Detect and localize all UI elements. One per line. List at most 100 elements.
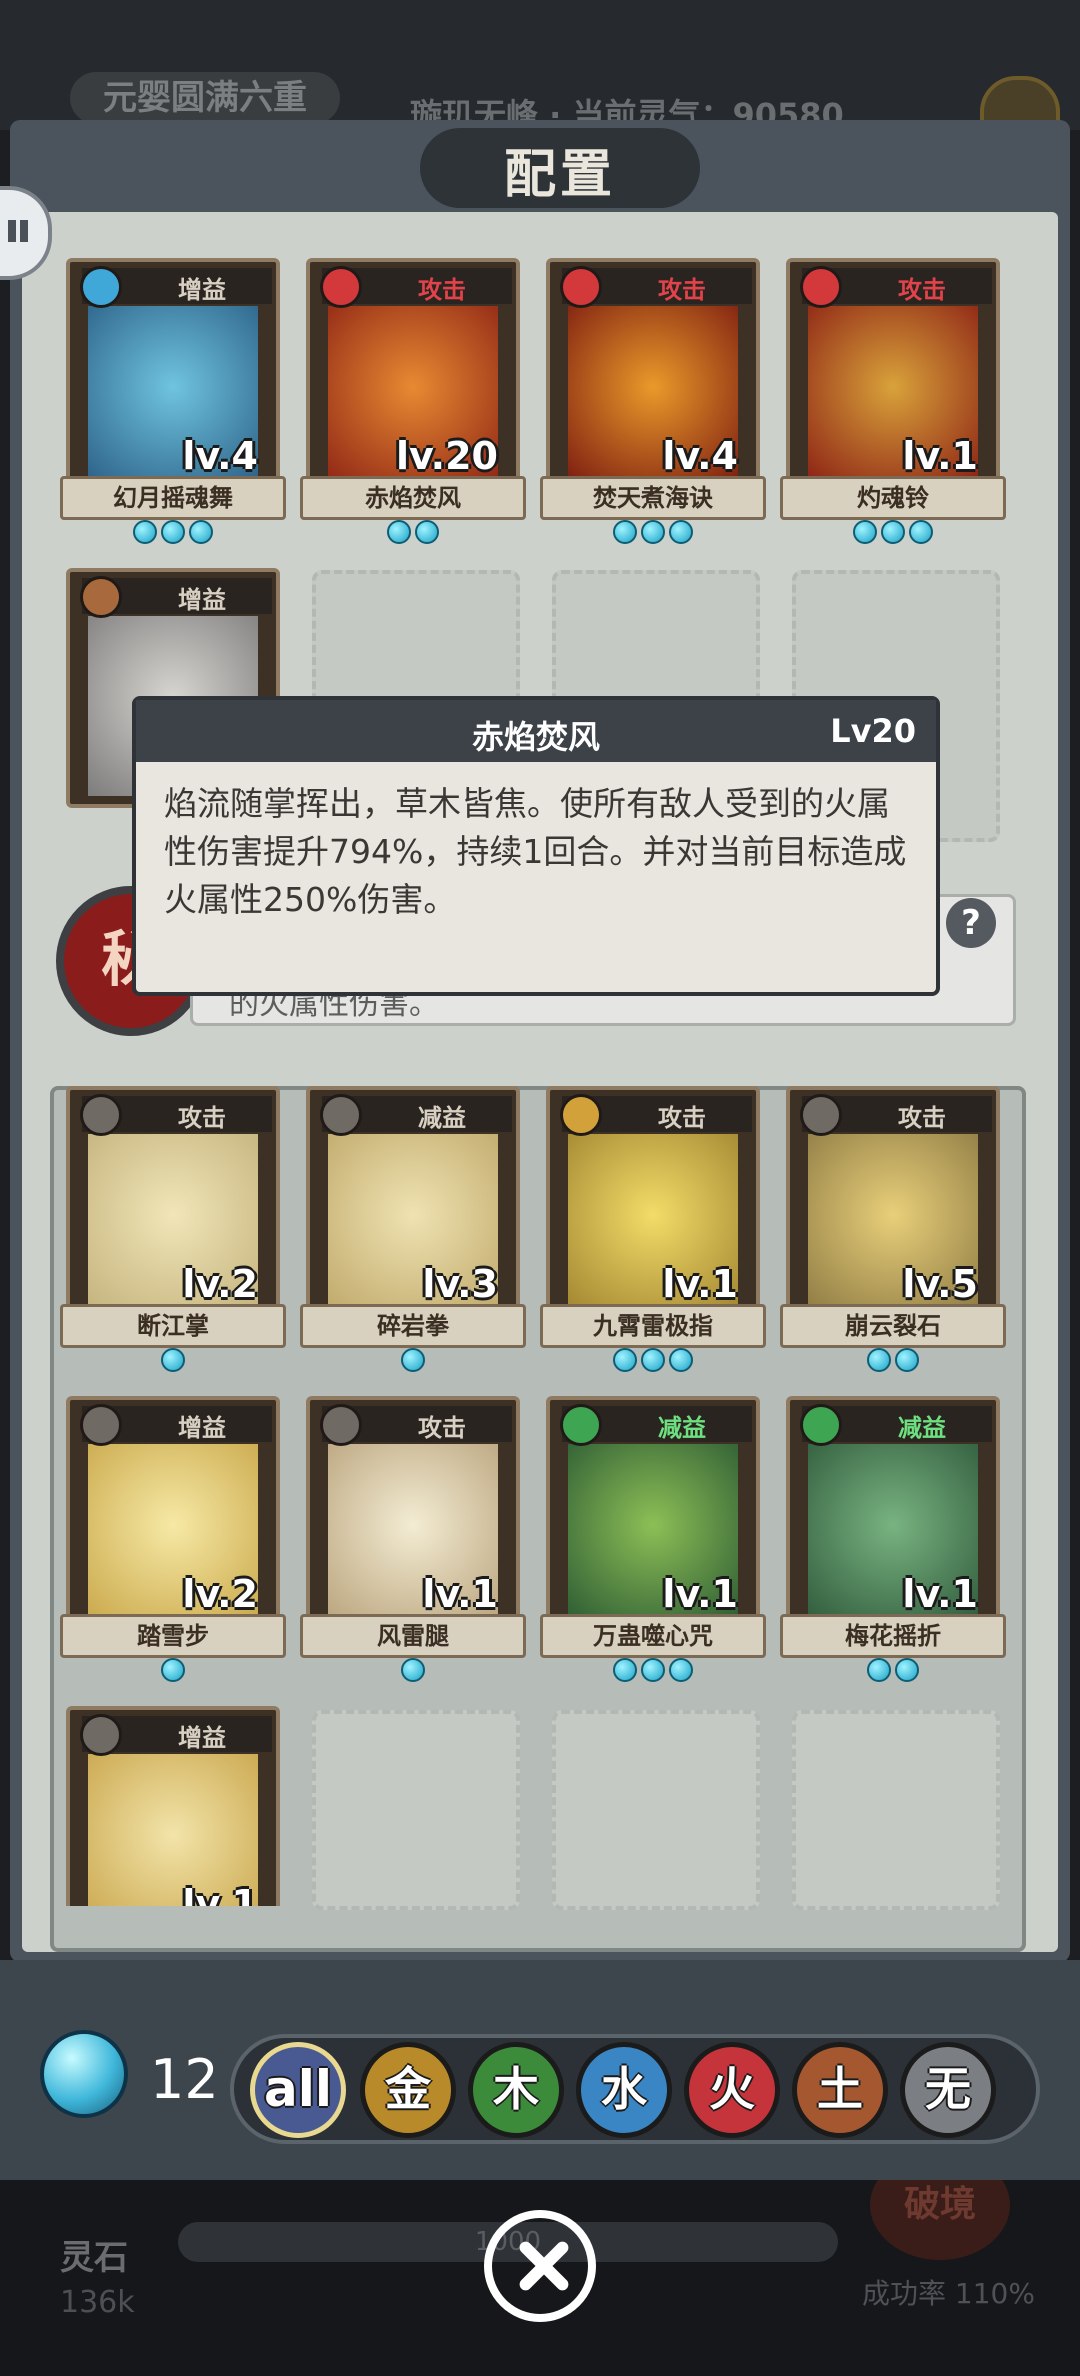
skill-level: lv.4 xyxy=(182,434,258,478)
cost-pips xyxy=(66,520,280,548)
spirit-pip-icon xyxy=(895,1348,919,1372)
skill-type-tag: 增益 xyxy=(178,1724,226,1752)
card-frame: 减益 lv.1 xyxy=(786,1396,1000,1636)
skill-name: 灼魂铃 xyxy=(780,476,1006,520)
skill-card[interactable]: 增益 lv.1 xyxy=(66,1706,280,1906)
cost-pips xyxy=(306,520,520,548)
skill-count: 12 xyxy=(150,2048,219,2111)
spirit-pip-icon xyxy=(909,520,933,544)
skill-type-tag: 减益 xyxy=(898,1414,946,1442)
skill-type-tag: 攻击 xyxy=(898,1104,946,1132)
skill-type-tag: 增益 xyxy=(178,1414,226,1442)
element-icon xyxy=(320,266,362,308)
spirit-pip-icon xyxy=(853,520,877,544)
spirit-pip-icon xyxy=(669,520,693,544)
element-icon xyxy=(80,576,122,618)
spirit-pip-icon xyxy=(133,520,157,544)
card-frame: 减益 lv.1 xyxy=(546,1396,760,1636)
skill-name: 九霄雷极指 xyxy=(540,1304,766,1348)
filter-button-element[interactable]: 无 xyxy=(900,2042,996,2138)
skill-level: lv.2 xyxy=(182,1572,258,1616)
card-frame: 攻击 lv.5 xyxy=(786,1086,1000,1326)
skill-level: lv.2 xyxy=(182,1262,258,1306)
card-frame: 攻击 lv.1 xyxy=(546,1086,760,1326)
spirit-pip-icon xyxy=(641,520,665,544)
element-icon xyxy=(800,1094,842,1136)
filter-button-element[interactable]: 金 xyxy=(360,2042,456,2138)
skill-name: 碎岩拳 xyxy=(300,1304,526,1348)
spirit-orb-icon xyxy=(40,2030,128,2118)
skill-level: lv.20 xyxy=(395,434,498,478)
cost-pips xyxy=(786,1658,1000,1686)
skill-name: 万蛊噬心咒 xyxy=(540,1614,766,1658)
spirit-pip-icon xyxy=(613,1348,637,1372)
skill-level: lv.4 xyxy=(662,434,738,478)
close-icon[interactable] xyxy=(484,2210,596,2322)
skill-card[interactable]: 攻击 lv.1 九霄雷极指 xyxy=(540,1086,766,1372)
skill-level: lv.1 xyxy=(902,1572,978,1616)
spirit-pip-icon xyxy=(161,520,185,544)
filter-button-all[interactable]: all xyxy=(250,2042,346,2138)
panel-title: 配置 xyxy=(503,145,616,205)
skill-name: 崩云裂石 xyxy=(780,1304,1006,1348)
card-frame: 攻击 lv.2 xyxy=(66,1086,280,1326)
empty-slot xyxy=(552,1710,760,1910)
spirit-pip-icon xyxy=(401,1348,425,1372)
panel-header: 配置 xyxy=(10,120,1070,210)
spirit-pip-icon xyxy=(669,1348,693,1372)
skill-name: 风雷腿 xyxy=(300,1614,526,1658)
cost-pips xyxy=(786,1348,1000,1376)
skill-card[interactable]: 减益 lv.1 梅花摇折 xyxy=(780,1396,1006,1682)
element-icon xyxy=(320,1404,362,1446)
skill-level: lv.1 xyxy=(422,1572,498,1616)
skill-type-tag: 攻击 xyxy=(898,276,946,304)
card-frame: 攻击 lv.1 xyxy=(306,1396,520,1636)
skill-level: lv.3 xyxy=(422,1262,498,1306)
spirit-pip-icon xyxy=(161,1658,185,1682)
element-icon xyxy=(560,1404,602,1446)
help-icon[interactable]: ? xyxy=(946,898,996,948)
empty-slot xyxy=(312,1710,520,1910)
skill-card[interactable]: 攻击 lv.4 焚天煮海诀 xyxy=(540,258,766,544)
skill-level: lv.1 xyxy=(902,434,978,478)
card-frame: 减益 lv.3 xyxy=(306,1086,520,1326)
skill-name: 断江掌 xyxy=(60,1304,286,1348)
skill-level: lv.1 xyxy=(662,1572,738,1616)
skill-name: 幻月摇魂舞 xyxy=(60,476,286,520)
skill-card[interactable]: 减益 lv.1 万蛊噬心咒 xyxy=(540,1396,766,1682)
card-frame: 增益 lv.1 xyxy=(66,1706,280,1906)
element-icon xyxy=(800,1404,842,1446)
tooltip-description: 焰流随掌挥出，草木皆焦。使所有敌人受到的火属性伤害提升794%，持续1回合。并对… xyxy=(164,784,907,919)
skill-card[interactable]: 增益 lv.2 踏雪步 xyxy=(60,1396,286,1682)
skill-card[interactable]: 攻击 lv.20 赤焰焚风 xyxy=(300,258,526,544)
skill-level: lv.1 xyxy=(182,1882,258,1906)
skill-type-tag: 攻击 xyxy=(658,276,706,304)
filter-button-element[interactable]: 水 xyxy=(576,2042,672,2138)
skill-card[interactable]: 增益 lv.4 幻月摇魂舞 xyxy=(60,258,286,544)
skill-card[interactable]: 攻击 lv.1 灼魂铃 xyxy=(780,258,1006,544)
card-frame: 增益 lv.4 xyxy=(66,258,280,498)
skill-card[interactable]: 攻击 lv.5 崩云裂石 xyxy=(780,1086,1006,1372)
empty-slot xyxy=(792,1710,1000,1910)
skill-name: 踏雪步 xyxy=(60,1614,286,1658)
element-icon xyxy=(560,266,602,308)
skill-level: lv.5 xyxy=(902,1262,978,1306)
filter-button-element[interactable]: 土 xyxy=(792,2042,888,2138)
filter-button-element[interactable]: 火 xyxy=(684,2042,780,2138)
cost-pips xyxy=(546,1658,760,1686)
filter-button-element[interactable]: 木 xyxy=(468,2042,564,2138)
element-icon xyxy=(80,1094,122,1136)
spirit-pip-icon xyxy=(613,1658,637,1682)
element-icon xyxy=(800,266,842,308)
cost-pips xyxy=(306,1348,520,1376)
element-icon xyxy=(320,1094,362,1136)
skill-card[interactable]: 攻击 lv.1 风雷腿 xyxy=(300,1396,526,1682)
skill-card[interactable]: 减益 lv.3 碎岩拳 xyxy=(300,1086,526,1372)
cost-pips xyxy=(546,1348,760,1376)
spirit-pip-icon xyxy=(881,520,905,544)
skill-type-tag: 增益 xyxy=(178,276,226,304)
spirit-pip-icon xyxy=(641,1348,665,1372)
skill-card[interactable]: 攻击 lv.2 断江掌 xyxy=(60,1086,286,1372)
spirit-pip-icon xyxy=(387,520,411,544)
cost-pips xyxy=(546,520,760,548)
